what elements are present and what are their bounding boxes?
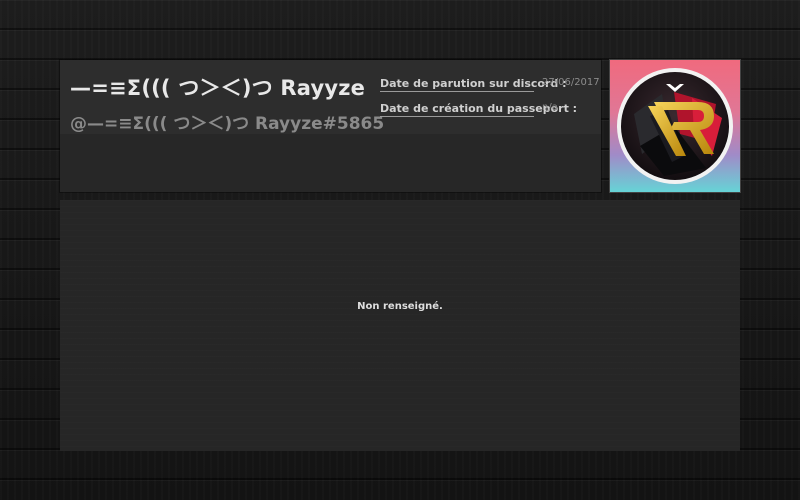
- discord-date-label: Date de parution sur discord :: [380, 77, 567, 92]
- user-handle: @—=≡Σ((( つ＞＜)つ Rayyze#5865: [70, 114, 385, 134]
- display-name: —=≡Σ((( つ＞＜)つ Rayyze: [70, 76, 366, 100]
- bio-text: Non renseigné.: [357, 301, 443, 312]
- avatar: [617, 68, 733, 184]
- avatar-frame: [610, 60, 740, 192]
- passport-date-value: n/a: [542, 102, 558, 113]
- profile-header-card: —=≡Σ((( つ＞＜)つ Rayyze @—=≡Σ((( つ＞＜)つ Rayy…: [60, 60, 601, 192]
- passport-date-label: Date de création du passeport :: [380, 102, 578, 117]
- passport-date-row: Date de création du passeport : n/a: [380, 102, 578, 117]
- discord-date-value: 27/06/2017: [542, 77, 600, 88]
- discord-date-row: Date de parution sur discord : 27/06/201…: [380, 77, 600, 92]
- bio-panel: Non renseigné.: [60, 200, 740, 451]
